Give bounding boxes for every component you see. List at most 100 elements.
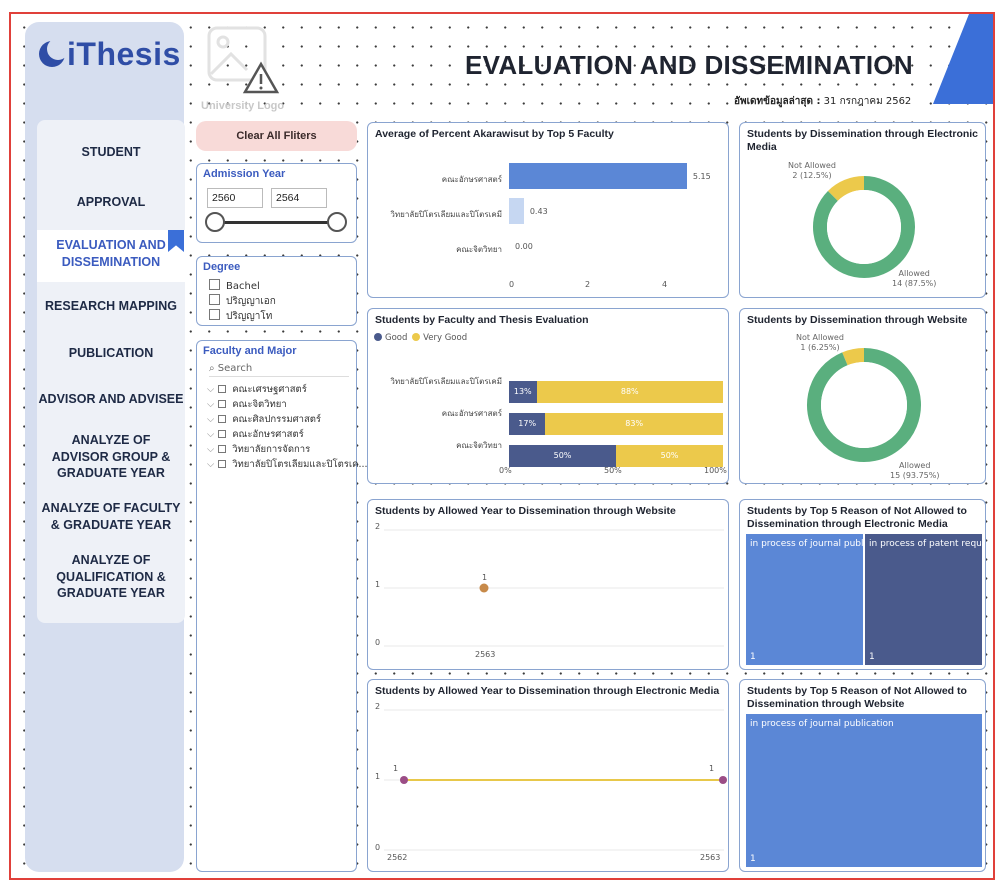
tick-label: 4 <box>662 280 668 289</box>
image-placeholder-icon <box>207 26 280 94</box>
tick-label: คณะจิตวิทยา <box>456 245 502 254</box>
chevron-down-icon: ⌵ <box>207 429 215 440</box>
tick-label: 1 <box>375 772 381 781</box>
nav-item-advisor[interactable]: ADVISOR AND ADVISEE <box>37 391 185 408</box>
website-donut-card: Students by Dissemination through Websit… <box>739 308 986 484</box>
treemap-tile[interactable]: in process of journal publication 1 <box>746 714 982 867</box>
nav-menu: STUDENT APPROVAL EVALUATION AND DISSEMIN… <box>37 120 185 623</box>
faculty-major-filter: Faculty and Major ⌕ Search ⌵ คณะเศรษฐศาสต… <box>196 340 368 872</box>
chevron-down-icon: ⌵ <box>207 459 215 470</box>
tick-label: 0 <box>375 638 381 647</box>
tick-label: 2 <box>585 280 591 289</box>
legend: Good Very Good <box>374 333 467 343</box>
data-label: 0.00 <box>515 242 533 251</box>
tick-label: 2 <box>375 702 381 711</box>
nav-item-analyze-qualification[interactable]: ANALYZE OF QUALIFICATION & GRADUATE YEAR <box>37 552 185 602</box>
data-point[interactable] <box>479 583 489 593</box>
treemap-tile[interactable]: in process of patent requ... 1 <box>865 534 982 665</box>
search-icon: ⌕ <box>209 363 215 374</box>
donut-label: Not Allowed 1 (6.25%) <box>796 333 844 352</box>
tick-label: วิทยาลัยปิโตรเลียมและปิโตรเคมี <box>390 210 502 219</box>
tick-label: 0% <box>499 466 512 475</box>
akarawisut-bar[interactable] <box>509 198 524 224</box>
akarawisut-chart-card: Average of Percent Akarawisut by Top 5 F… <box>367 122 729 298</box>
good-segment[interactable]: 13% <box>509 381 537 403</box>
nav-item-research-mapping[interactable]: RESEARCH MAPPING <box>37 298 185 315</box>
tick-label: 100% <box>704 466 727 475</box>
faculty-tree-item[interactable]: ⌵ คณะจิตวิทยา <box>207 397 287 412</box>
faculty-evaluation-card: Students by Faculty and Thesis Evaluatio… <box>367 308 729 484</box>
nav-item-publication[interactable]: PUBLICATION <box>37 345 185 362</box>
very-good-segment[interactable]: 88% <box>536 381 723 403</box>
donut-slice[interactable] <box>842 348 865 366</box>
donut-label: Allowed 14 (87.5%) <box>892 269 937 288</box>
page-title: EVALUATION AND DISSEMINATION <box>465 50 913 80</box>
degree-option[interactable]: Bachel <box>209 279 260 292</box>
tick-label: คณะจิตวิทยา <box>456 441 502 450</box>
faculty-tree-item[interactable]: ⌵ คณะศิลปกรรมศาสตร์ <box>207 412 321 427</box>
donut-slice[interactable] <box>807 348 921 462</box>
tick-label: 0 <box>375 843 381 852</box>
ithesis-logo[interactable]: iThesis <box>39 36 181 73</box>
year-to-input[interactable] <box>271 188 327 208</box>
university-logo: University Logo <box>197 26 297 116</box>
website-donut <box>807 348 921 462</box>
akarawisut-bar[interactable] <box>509 163 687 189</box>
nav-item-student[interactable]: STUDENT <box>37 144 185 161</box>
tick-label: คณะอักษรศาสตร์ <box>441 175 502 184</box>
good-segment[interactable]: 17% <box>509 413 546 435</box>
nav-item-evaluation[interactable]: EVALUATION AND DISSEMINATION <box>37 230 185 282</box>
clear-filters-button[interactable]: Clear All Fliters <box>196 121 357 151</box>
tick-label: 2562 <box>387 853 408 862</box>
faculty-tree-item[interactable]: ⌵ คณะเศรษฐศาสตร์ <box>207 382 307 397</box>
electronic-media-donut-card: Students by Dissemination through Electr… <box>739 122 986 298</box>
data-point[interactable] <box>400 776 408 784</box>
admission-year-filter: Admission Year <box>196 163 357 243</box>
year-slider-max-handle[interactable] <box>327 212 347 232</box>
good-segment[interactable]: 50% <box>509 445 616 467</box>
degree-filter: Degree Bachel ปริญญาเอก ปริญญาโท <box>196 256 357 326</box>
very-good-segment[interactable]: 50% <box>616 445 723 467</box>
data-point[interactable] <box>719 776 727 784</box>
very-good-segment[interactable]: 83% <box>545 413 723 435</box>
tick-label: 1 <box>375 580 381 589</box>
tick-label: คณะอักษรศาสตร์ <box>441 409 502 418</box>
dashboard-frame: iThesis STUDENT APPROVAL EVALUATION AND … <box>9 12 995 880</box>
year-slider-track[interactable] <box>213 221 337 224</box>
bookmark-icon <box>168 230 184 252</box>
data-label: 1 <box>393 764 399 773</box>
faculty-tree-item[interactable]: ⌵ คณะอักษรศาสตร์ <box>207 427 304 442</box>
ithesis-logo-icon <box>39 38 69 67</box>
tick-label: 50% <box>604 466 622 475</box>
nav-item-analyze-advisor[interactable]: ANALYZE OF ADVISOR GROUP & GRADUATE YEAR <box>37 432 185 482</box>
allowed-year-em-card: Students by Allowed Year to Disseminatio… <box>367 679 729 872</box>
reason-em-treemap-card: Students by Top 5 Reason of Not Allowed … <box>739 499 986 670</box>
allowed-year-website-chart <box>384 529 724 647</box>
nav-item-analyze-faculty[interactable]: ANALYZE OF FACULTY & GRADUATE YEAR <box>37 500 185 533</box>
year-slider-min-handle[interactable] <box>205 212 225 232</box>
electronic-media-donut <box>813 176 915 278</box>
chevron-down-icon: ⌵ <box>207 444 215 455</box>
degree-option[interactable]: ปริญญาโท <box>209 309 272 324</box>
nav-item-approval[interactable]: APPROVAL <box>37 194 185 211</box>
tick-label: 0 <box>509 280 515 289</box>
tick-label: 2563 <box>475 650 496 659</box>
faculty-search-input[interactable]: ⌕ Search <box>209 363 349 377</box>
donut-label: Not Allowed 2 (12.5%) <box>788 161 836 180</box>
degree-option[interactable]: ปริญญาเอก <box>209 294 276 309</box>
year-from-input[interactable] <box>207 188 263 208</box>
faculty-tree-item[interactable]: ⌵ วิทยาลัยปิโตรเลียมและปิโตรเค... <box>207 457 368 472</box>
treemap-tile[interactable]: in process of journal publ... 1 <box>746 534 863 665</box>
chevron-down-icon: ⌵ <box>207 414 215 425</box>
donut-label: Allowed 15 (93.75%) <box>890 461 940 480</box>
data-label: 1 <box>709 764 715 773</box>
tick-label: 2 <box>375 522 381 531</box>
data-label: 0.43 <box>529 207 548 216</box>
tick-label: 2563 <box>700 853 721 862</box>
data-label: 1 <box>482 573 488 582</box>
chevron-down-icon: ⌵ <box>207 399 215 410</box>
allowed-year-website-card: Students by Allowed Year to Disseminatio… <box>367 499 729 670</box>
data-label: 5.15 <box>692 172 711 181</box>
tick-label: วิทยาลัยปิโตรเลียมและปิโตรเคมี <box>390 377 502 386</box>
faculty-tree-item[interactable]: ⌵ วิทยาลัยการจัดการ <box>207 442 310 457</box>
